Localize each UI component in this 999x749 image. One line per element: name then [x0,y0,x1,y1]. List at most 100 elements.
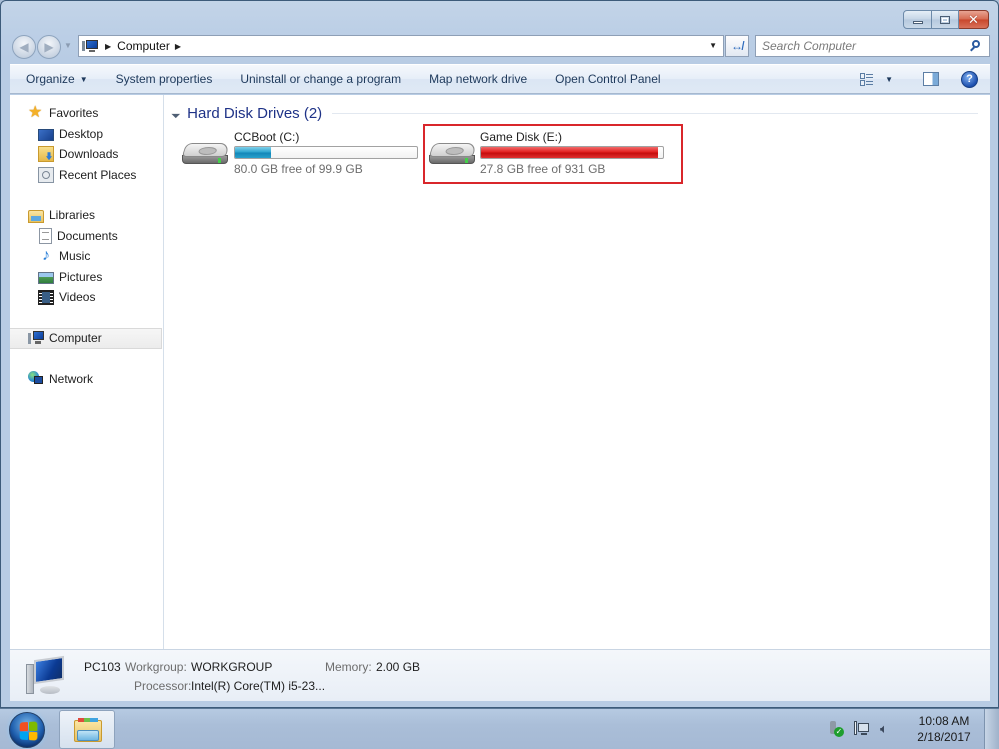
open-control-panel-button[interactable]: Open Control Panel [541,65,674,93]
caption-buttons: ✕ [903,10,989,29]
breadcrumb-separator-icon[interactable]: ▶ [105,42,111,51]
taskbar-windows-explorer[interactable] [59,710,115,749]
computer-icon [28,330,44,346]
libraries-group: Libraries Documents ♪ Music Pictures Vid… [10,205,164,308]
uninstall-program-button[interactable]: Uninstall or change a program [226,65,415,93]
sidebar-item-favorites[interactable]: ★ Favorites [10,103,164,124]
star-icon: ★ [28,104,43,122]
sidebar-item-computer[interactable]: Computer [10,328,162,349]
explorer-window: ✕ ◀ ▶ ▼ ▶ Computer ▶ ▼ ↮ Organize ▼ Syste… [0,0,999,708]
drive-free-space: 80.0 GB free of 99.9 GB [234,162,363,176]
refresh-icon: ↮ [731,39,743,53]
network-group: Network [10,369,164,390]
libraries-icon [28,209,44,223]
close-icon: ✕ [968,12,979,27]
volume-icon[interactable]: 🔈︎ [880,721,896,737]
sidebar-item-recent-places[interactable]: Recent Places [10,165,164,186]
back-arrow-icon: ◀ [19,40,29,54]
drive-usage-bar [234,146,418,159]
group-title: Hard Disk Drives (2) [187,104,323,122]
sidebar-item-label: Recent Places [59,167,137,182]
explorer-folder-icon [74,718,102,742]
drive-item-c[interactable]: CCBoot (C:) 80.0 GB free of 99.9 GB [178,124,438,184]
organize-menu[interactable]: Organize ▼ [10,65,102,93]
clock[interactable]: 10:08 AM 2/18/2017 [912,713,976,745]
forward-button[interactable]: ▶ [37,35,61,59]
network-icon [28,371,44,387]
videos-icon [38,289,54,305]
title-bar[interactable]: ✕ [1,1,998,31]
drive-free-space: 27.8 GB free of 931 GB [480,162,606,176]
sidebar-item-label: Videos [59,290,96,305]
sidebar-item-downloads[interactable]: Downloads [10,144,164,165]
chevron-down-icon: ▼ [79,74,88,84]
breadcrumb-separator-icon[interactable]: ▶ [175,42,181,51]
address-history-dropdown[interactable]: ▼ [709,41,717,50]
windows-start-icon [19,721,38,741]
recent-places-icon [38,166,54,183]
help-button[interactable]: ? [961,70,978,88]
taskbar: ✓ 🔈︎ 10:08 AM 2/18/2017 [0,708,999,749]
sidebar-item-music[interactable]: ♪ Music [10,246,164,267]
search-box[interactable] [755,35,990,57]
drive-item-e[interactable]: Game Disk (E:) 27.8 GB free of 931 GB [423,124,683,184]
content-area: ★ Favorites Desktop Downloads Recent Pla… [10,95,990,649]
back-button[interactable]: ◀ [12,35,36,59]
show-desktop-button[interactable] [984,709,999,749]
organize-label: Organize [26,72,75,86]
sidebar-item-libraries[interactable]: Libraries [10,205,164,226]
maximize-icon [940,15,950,24]
sidebar-item-pictures[interactable]: Pictures [10,267,164,288]
memory-value: 2.00 GB [376,660,421,674]
main-pane: ◢ Hard Disk Drives (2) CCBoot (C:) 80.0 … [165,95,990,649]
minimize-icon [912,20,923,24]
system-properties-button[interactable]: System properties [102,65,227,93]
music-icon: ♪ [42,247,50,265]
workgroup-value: WORKGROUP [191,660,273,674]
computer-name: PC103 [84,660,121,674]
change-view-button[interactable]: ▼ [853,72,899,86]
downloads-icon [38,146,54,163]
computer-icon [82,39,100,53]
computer-group: Computer [10,328,164,349]
hard-drive-icon [428,141,479,171]
maximize-button[interactable] [932,10,959,29]
start-button[interactable] [9,712,45,748]
close-button[interactable]: ✕ [959,10,989,29]
collapse-triangle-icon[interactable]: ◢ [171,108,182,119]
refresh-button[interactable]: ↮ [725,35,749,57]
favorites-group: ★ Favorites Desktop Downloads Recent Pla… [10,103,164,185]
recent-pages-dropdown[interactable]: ▼ [64,41,72,50]
sidebar-item-label: Pictures [59,269,103,284]
desktop-icon [38,128,54,141]
sidebar-item-label: Downloads [59,147,119,162]
map-network-drive-button[interactable]: Map network drive [415,65,541,93]
sidebar-item-documents[interactable]: Documents [10,226,164,247]
hard-drive-icon [181,141,232,171]
sidebar-item-label: Computer [49,331,102,346]
search-input[interactable] [762,37,969,55]
sidebar-item-videos[interactable]: Videos [10,287,164,308]
search-icon[interactable] [969,39,983,53]
sidebar-item-network[interactable]: Network [10,369,164,390]
sidebar-item-label: Music [59,249,91,264]
drive-name: Game Disk (E:) [480,130,563,144]
view-options-dropdown[interactable]: ▼ [885,75,893,84]
hard-disk-drives-header[interactable]: ◢ Hard Disk Drives (2) [171,103,978,123]
change-view-icon [859,72,873,86]
preview-pane-button[interactable] [923,72,939,86]
address-bar[interactable]: ▶ Computer ▶ ▼ [78,35,724,57]
sidebar-item-label: Network [49,372,94,387]
command-bar-right: ▼ ? [853,65,990,93]
usb-safely-remove-icon[interactable]: ✓ [828,721,844,737]
minimize-button[interactable] [903,10,932,29]
processor-value: Intel(R) Core(TM) i5-23... [191,679,326,693]
drive-usage-fill [235,147,272,158]
command-bar: Organize ▼ System properties Uninstall or… [10,64,990,94]
computer-icon [26,655,70,698]
network-icon[interactable] [854,721,870,737]
clock-date: 2/18/2017 [917,730,971,744]
sidebar-item-desktop[interactable]: Desktop [10,124,164,145]
system-tray: ✓ 🔈︎ 10:08 AM 2/18/2017 [828,709,999,749]
breadcrumb-computer[interactable]: Computer [117,39,170,53]
